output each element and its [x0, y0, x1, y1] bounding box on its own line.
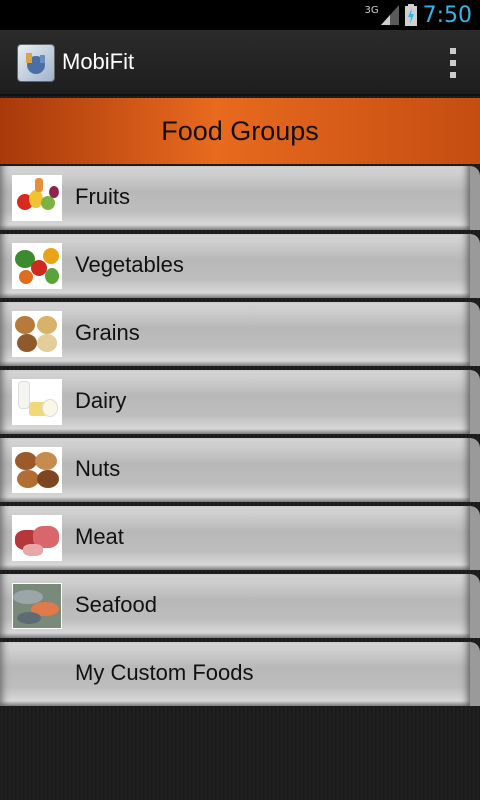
list-item-dairy[interactable]: Dairy	[0, 370, 480, 434]
list-item-grains[interactable]: Grains	[0, 302, 480, 366]
vegetables-thumbnail	[12, 243, 62, 289]
list-item-meat[interactable]: Meat	[0, 506, 480, 570]
list-item-label: Nuts	[75, 456, 121, 481]
list-item-label: Seafood	[75, 592, 157, 617]
screen: 3G 7:50 MobiFit Food Groups Fruits Veget…	[0, 0, 480, 800]
grains-thumbnail	[12, 311, 62, 357]
list-item-label: Grains	[75, 320, 140, 345]
meat-thumbnail	[12, 515, 62, 561]
action-bar: MobiFit	[0, 30, 480, 96]
list-item-label: Fruits	[75, 184, 130, 209]
list-item-label: Dairy	[75, 388, 127, 413]
list-item-label: Vegetables	[75, 252, 184, 277]
app-logo-icon[interactable]	[18, 45, 54, 81]
list-item-label: Meat	[75, 524, 124, 549]
signal-strength-icon	[380, 5, 399, 25]
battery-charging-icon	[404, 4, 417, 26]
list-item-label: My Custom Foods	[75, 660, 254, 685]
food-groups-header: Food Groups	[0, 98, 480, 164]
fruits-thumbnail	[12, 175, 62, 221]
list-item-nuts[interactable]: Nuts	[0, 438, 480, 502]
seafood-thumbnail	[12, 583, 62, 629]
list-item-seafood[interactable]: Seafood	[0, 574, 480, 638]
list-item-my-custom-foods[interactable]: My Custom Foods	[0, 642, 480, 706]
network-type-label: 3G	[364, 4, 379, 16]
status-clock: 7:50	[422, 2, 472, 28]
status-icons: 3G 7:50	[364, 0, 472, 30]
app-title: MobiFit	[62, 49, 135, 74]
nuts-thumbnail	[12, 447, 62, 493]
dairy-thumbnail	[12, 379, 62, 425]
list-item-vegetables[interactable]: Vegetables	[0, 234, 480, 298]
list-item-fruits[interactable]: Fruits	[0, 166, 480, 230]
food-group-list: Fruits Vegetables Grains Dairy Nuts Meat…	[0, 166, 480, 710]
page-title: Food Groups	[161, 115, 319, 146]
overflow-menu-icon[interactable]	[448, 48, 458, 78]
status-bar: 3G 7:50	[0, 0, 480, 30]
